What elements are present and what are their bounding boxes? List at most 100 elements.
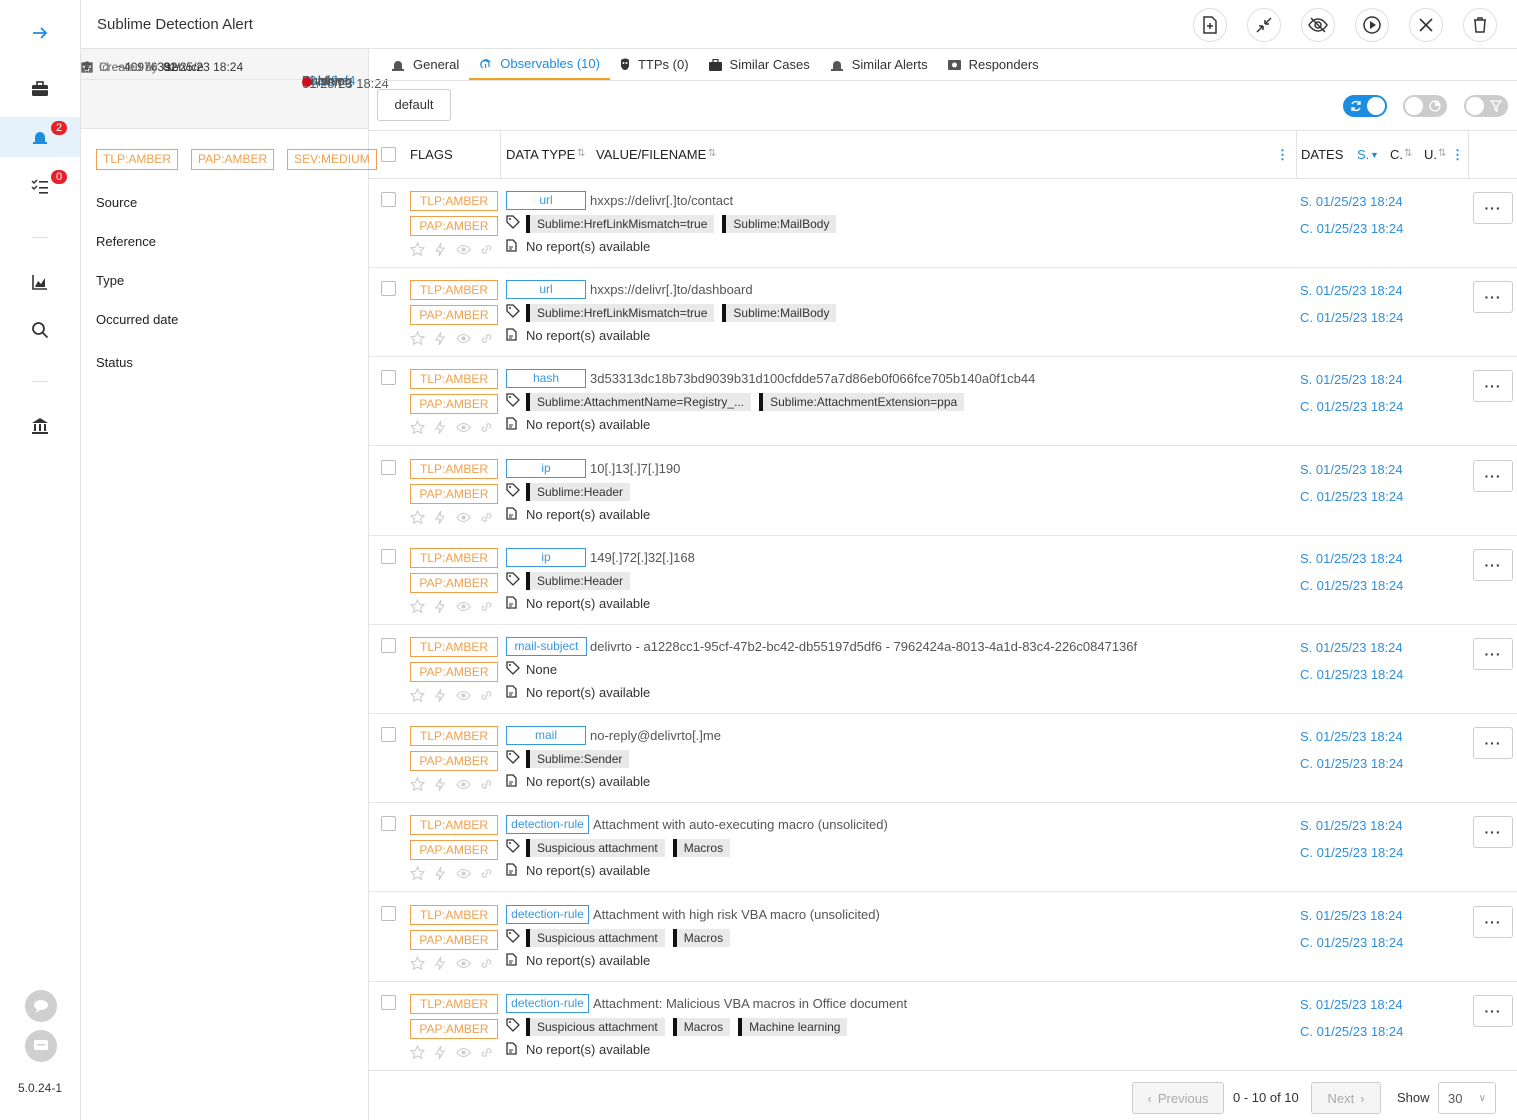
tab-general[interactable]: General <box>381 49 469 80</box>
stats-toggle[interactable] <box>1403 95 1447 117</box>
col-dates-created[interactable]: C. <box>1390 147 1403 162</box>
eye-icon[interactable] <box>456 956 471 971</box>
observable-tag[interactable]: Machine learning <box>738 1017 848 1036</box>
bolt-icon[interactable] <box>433 1045 448 1060</box>
row-checkbox[interactable] <box>381 459 396 475</box>
chat-button[interactable] <box>25 990 57 1022</box>
observable-tag[interactable]: Sublime:HrefLinkMismatch=true <box>526 304 715 323</box>
eye-icon[interactable] <box>456 331 471 346</box>
star-icon[interactable] <box>410 866 425 881</box>
next-page-button[interactable]: Next › <box>1311 1082 1381 1114</box>
observable-tag[interactable]: Sublime:HrefLinkMismatch=true <box>526 215 715 233</box>
row-actions-button[interactable]: ··· <box>1473 638 1513 670</box>
row-actions-button[interactable]: ··· <box>1473 281 1513 314</box>
star-icon[interactable] <box>410 509 425 525</box>
observable-value[interactable]: 149[.]72[.]32[.]168 <box>590 550 695 565</box>
tab-similar-cases[interactable]: Similar Cases <box>699 49 820 80</box>
link-icon[interactable] <box>479 956 494 971</box>
previous-page-button[interactable]: ‹ Previous <box>1132 1082 1224 1114</box>
link-icon[interactable] <box>479 331 494 346</box>
link-icon[interactable] <box>479 242 494 257</box>
ignore-button[interactable] <box>1301 8 1335 42</box>
bolt-icon[interactable] <box>433 242 448 257</box>
row-actions-button[interactable]: ··· <box>1473 548 1513 581</box>
bolt-icon[interactable] <box>433 599 448 614</box>
col-value[interactable]: VALUE/FILENAME <box>596 147 706 162</box>
col-datatype[interactable]: DATA TYPE <box>506 147 575 162</box>
observable-tag[interactable]: Suspicious attachment <box>526 839 665 858</box>
link-icon[interactable] <box>479 866 494 881</box>
col-dates-updated[interactable]: U. <box>1424 147 1437 162</box>
row-actions-button[interactable]: ··· <box>1473 994 1513 1027</box>
row-checkbox[interactable] <box>381 281 396 297</box>
sort-icon[interactable]: ⇅ <box>1438 148 1446 159</box>
tab-responders[interactable]: Responders <box>938 49 1049 80</box>
row-checkbox[interactable] <box>381 816 396 832</box>
column-menu-icon[interactable]: ⋮ <box>1451 147 1464 163</box>
default-filter-button[interactable]: default <box>377 89 451 121</box>
link-icon[interactable] <box>479 1045 494 1060</box>
observable-tag[interactable]: Sublime:AttachmentExtension=ppa <box>759 393 965 412</box>
expand-nav-button[interactable] <box>0 13 80 53</box>
observable-tag[interactable]: Macros <box>672 1017 731 1036</box>
observable-value[interactable]: hxxps://delivr[.]to/contact <box>590 193 733 208</box>
bolt-icon[interactable] <box>433 688 448 703</box>
nav-organisation[interactable] <box>0 406 80 446</box>
observable-tag[interactable]: Sublime:Sender <box>526 750 630 769</box>
row-checkbox[interactable] <box>381 905 396 921</box>
eye-icon[interactable] <box>456 599 471 614</box>
row-actions-button[interactable]: ··· <box>1473 459 1513 492</box>
row-actions-button[interactable]: ··· <box>1473 905 1513 938</box>
tab-similar-alerts[interactable]: Similar Alerts <box>820 49 938 80</box>
star-icon[interactable] <box>410 1044 425 1060</box>
bolt-icon[interactable] <box>433 866 448 881</box>
bolt-icon[interactable] <box>433 510 448 525</box>
tab-ttps[interactable]: TTPs (0) <box>610 49 699 80</box>
observable-tag[interactable]: Sublime:Header <box>526 482 631 501</box>
star-icon[interactable] <box>410 598 425 614</box>
link-icon[interactable] <box>479 420 494 435</box>
eye-icon[interactable] <box>456 420 471 435</box>
star-icon[interactable] <box>410 242 425 257</box>
page-size-select[interactable]: 30 ∨ <box>1438 1082 1496 1114</box>
observable-value[interactable]: Attachment: Malicious VBA macros in Offi… <box>593 996 907 1011</box>
bolt-icon[interactable] <box>433 420 448 435</box>
eye-icon[interactable] <box>456 1045 471 1060</box>
sort-icon[interactable]: ⇅ <box>708 148 716 159</box>
link-icon[interactable] <box>479 688 494 703</box>
observable-tag[interactable]: Sublime:Header <box>526 571 631 590</box>
row-actions-button[interactable]: ··· <box>1473 370 1513 403</box>
bolt-icon[interactable] <box>433 777 448 792</box>
row-actions-button[interactable]: ··· <box>1473 192 1513 224</box>
select-all-checkbox[interactable] <box>381 147 396 162</box>
nav-cases[interactable] <box>0 69 80 109</box>
star-icon[interactable] <box>410 331 425 346</box>
run-button[interactable] <box>1355 8 1389 42</box>
observable-value[interactable]: 3d53313dc18b73bd9039b31d100cfdde57a7d86e… <box>590 371 1035 386</box>
filters-toggle[interactable] <box>1464 95 1508 117</box>
sort-desc-icon[interactable]: ▼ <box>1370 150 1379 160</box>
observable-tag[interactable]: Sublime:MailBody <box>722 215 837 233</box>
eye-icon[interactable] <box>456 866 471 881</box>
eye-icon[interactable] <box>456 777 471 792</box>
link-icon[interactable] <box>479 510 494 525</box>
eye-icon[interactable] <box>456 688 471 703</box>
row-checkbox[interactable] <box>381 994 396 1010</box>
merge-button[interactable] <box>1247 8 1281 42</box>
star-icon[interactable] <box>410 420 425 435</box>
observable-value[interactable]: no-reply@delivrto[.]me <box>590 728 721 743</box>
observable-tag[interactable]: Suspicious attachment <box>526 928 665 947</box>
observable-tag[interactable]: Sublime:MailBody <box>722 304 837 323</box>
nav-dashboards[interactable] <box>0 262 80 302</box>
observable-value[interactable]: Attachment with auto-executing macro (un… <box>593 817 888 832</box>
star-icon[interactable] <box>410 777 425 792</box>
nav-alerts[interactable]: 2 <box>0 117 80 157</box>
observable-value[interactable]: hxxps://delivr[.]to/dashboard <box>590 282 753 297</box>
row-checkbox[interactable] <box>381 638 396 653</box>
message-button[interactable] <box>25 1030 57 1062</box>
observable-value[interactable]: Attachment with high risk VBA macro (uns… <box>593 907 880 922</box>
observable-value[interactable]: delivrto - a1228cc1-95cf-47b2-bc42-db551… <box>590 639 1137 654</box>
tab-observables[interactable]: Observables (10) <box>469 49 610 80</box>
eye-icon[interactable] <box>456 242 471 257</box>
observable-tag[interactable]: Suspicious attachment <box>526 1017 665 1036</box>
